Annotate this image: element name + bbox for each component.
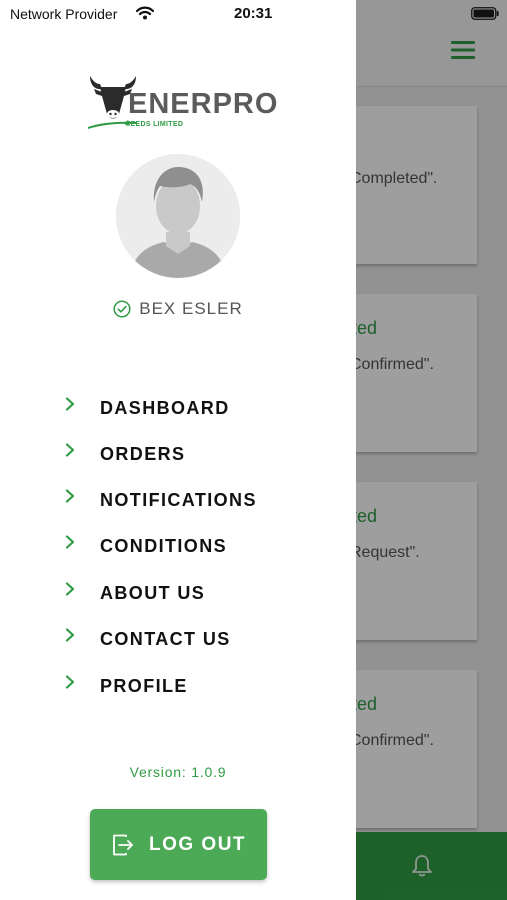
chevron-right-icon bbox=[65, 489, 75, 503]
nav-item-label: NOTIFICATIONS bbox=[100, 489, 257, 510]
nav-item-about-us[interactable]: ABOUT US bbox=[64, 578, 324, 608]
nav-item-label: DASHBOARD bbox=[100, 397, 230, 418]
chevron-right-icon bbox=[65, 397, 75, 411]
navigation-drawer: ENERPRO FEEDS LIMITED BEX ESLER DASHBOAR… bbox=[0, 0, 356, 900]
nav-item-profile[interactable]: PROFILE bbox=[64, 671, 324, 701]
logout-label: LOG OUT bbox=[148, 833, 247, 855]
nav-item-label: PROFILE bbox=[100, 675, 188, 696]
verified-check-icon bbox=[113, 300, 131, 318]
carrier-name: Network Provider bbox=[10, 6, 118, 22]
logout-button[interactable]: LOG OUT bbox=[90, 809, 267, 880]
nav-item-label: ORDERS bbox=[100, 443, 186, 464]
chevron-right-icon bbox=[65, 535, 75, 549]
nav-item-label: CONTACT US bbox=[100, 628, 231, 649]
chevron-right-icon bbox=[65, 628, 75, 642]
default-avatar-icon bbox=[116, 154, 240, 278]
nav-item-dashboard[interactable]: DASHBOARD bbox=[64, 393, 324, 423]
nav-item-conditions[interactable]: CONDITIONS bbox=[64, 531, 324, 561]
user-name: BEX ESLER bbox=[139, 299, 243, 318]
chevron-right-icon bbox=[65, 443, 75, 457]
chevron-right-icon bbox=[65, 582, 75, 596]
brand-subtitle: FEEDS LIMITED bbox=[126, 121, 184, 128]
brand-logo: ENERPRO FEEDS LIMITED bbox=[88, 74, 277, 132]
nav-item-notifications[interactable]: NOTIFICATIONS bbox=[64, 485, 324, 515]
nav-item-contact-us[interactable]: CONTACT US bbox=[64, 624, 324, 654]
battery-icon bbox=[471, 7, 499, 20]
nav-item-label: CONDITIONS bbox=[100, 535, 228, 556]
status-bar: Network Provider 20:31 bbox=[0, 0, 507, 30]
brand-name: ENERPRO bbox=[128, 88, 279, 120]
chevron-right-icon bbox=[65, 675, 75, 689]
nav-item-label: ABOUT US bbox=[100, 582, 206, 603]
logout-icon bbox=[113, 834, 133, 855]
avatar[interactable] bbox=[116, 154, 240, 278]
wifi-icon bbox=[136, 6, 154, 20]
app-version: Version: 1.0.9 bbox=[129, 764, 227, 780]
nav-item-orders[interactable]: ORDERS bbox=[64, 439, 324, 469]
user-info: BEX ESLER bbox=[0, 297, 356, 321]
status-time: 20:31 bbox=[234, 5, 273, 22]
